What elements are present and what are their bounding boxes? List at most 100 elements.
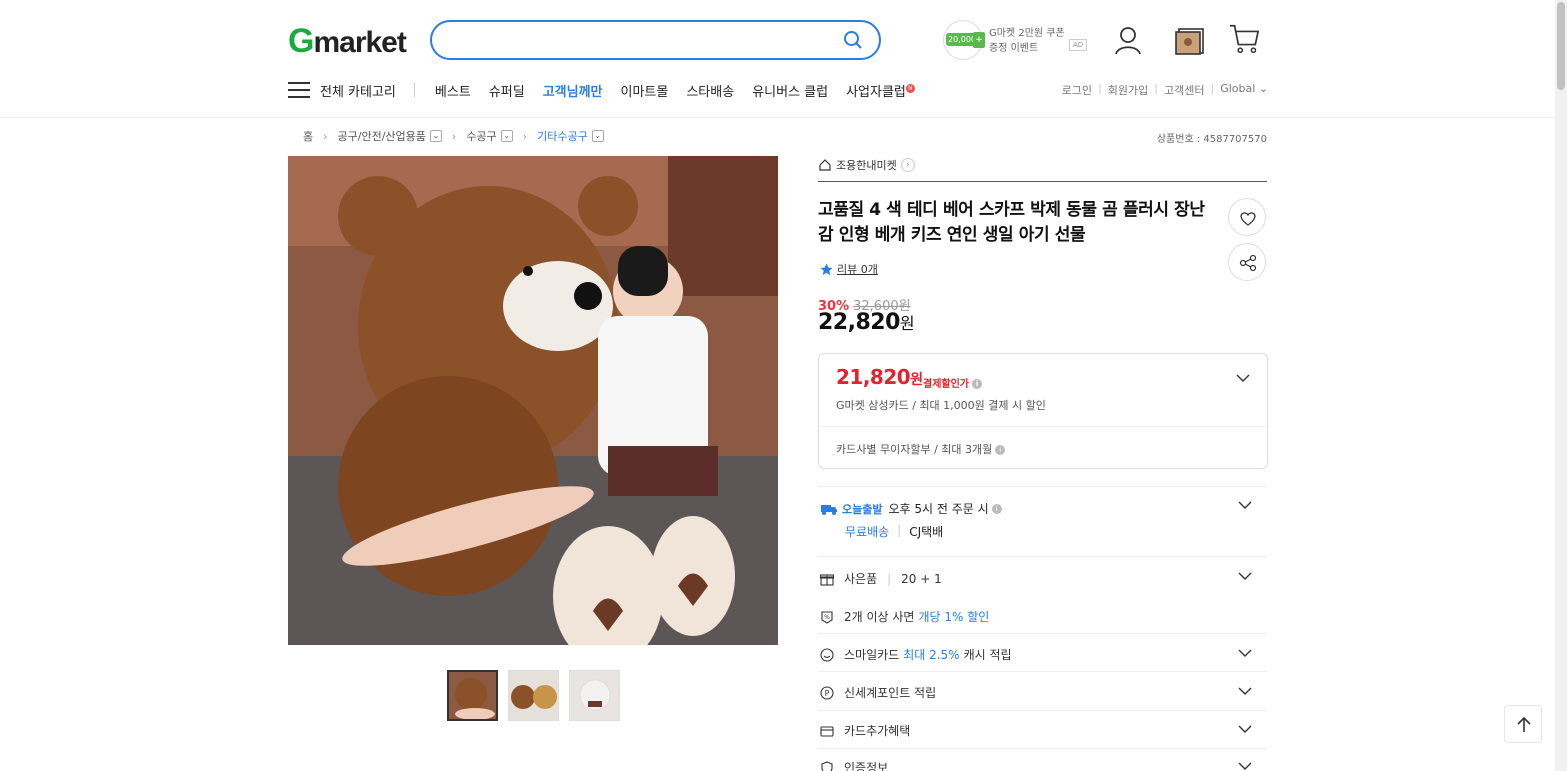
user-icon[interactable] — [1112, 24, 1144, 56]
section-divider — [818, 633, 1267, 634]
svg-text:P: P — [825, 689, 830, 698]
card-price-label: 결제할인가 i — [923, 375, 982, 390]
nav-best[interactable]: 베스트 — [435, 81, 471, 100]
chevron-down-icon[interactable] — [1238, 687, 1252, 696]
info-icon[interactable]: i — [995, 445, 1006, 455]
section-divider — [818, 748, 1267, 749]
thumbnail[interactable] — [569, 670, 620, 721]
home-icon — [819, 159, 831, 171]
thumbnail[interactable] — [508, 670, 559, 721]
scroll-top-button[interactable] — [1504, 705, 1542, 743]
nav-divider — [413, 83, 415, 97]
title-divider — [818, 181, 1267, 182]
promo-line2: 증정 이벤트 — [989, 43, 1039, 54]
installment-info: 카드사별 무이자할부 / 최대 3개월 i — [836, 441, 1006, 457]
info-icon[interactable]: i — [991, 503, 1002, 514]
chevron-right-icon: › — [522, 129, 528, 143]
page-scrollbar[interactable] — [1555, 0, 1567, 771]
login-link[interactable]: 로그인 — [1062, 82, 1092, 98]
product-main-image[interactable] — [288, 156, 778, 645]
ship-cutoff: 오후 5시 전 주문 시 — [888, 502, 989, 516]
review-count: 리뷰 0개 — [837, 263, 878, 276]
seller-shop-link[interactable]: 조용한내미켓 › — [818, 157, 915, 173]
ad-badge: AD — [1069, 39, 1088, 51]
chevron-down-icon[interactable]: ⌄ — [429, 130, 442, 142]
product-thumbnails — [447, 670, 620, 721]
chevron-down-icon[interactable] — [1238, 762, 1252, 771]
card-extra-label: 카드추가혜택 — [844, 724, 911, 738]
product-number: 상품번호 : 4587707570 — [1156, 134, 1267, 145]
chevron-down-icon[interactable] — [1238, 725, 1252, 734]
global-label: Global — [1220, 82, 1256, 95]
shop-name: 조용한내미켓 — [836, 159, 897, 172]
search-icon[interactable] — [843, 30, 863, 50]
cart-icon[interactable] — [1228, 22, 1260, 54]
smile-icon — [820, 647, 834, 662]
today-ship-label: 오늘출발 — [842, 502, 883, 516]
main-nav: 전체 카테고리 베스트 슈퍼딜 고객님께만 이마트몰 스타배송 유니버스 클럽 … — [288, 79, 933, 101]
nav-for-you[interactable]: 고객님께만 — [543, 81, 603, 100]
gift-icon — [820, 573, 834, 586]
certification-row[interactable]: 인증정보 — [820, 759, 888, 771]
chevron-down-icon[interactable] — [1238, 572, 1252, 581]
product-title: 고품질 4 색 테디 베어 스카프 박제 동물 곰 플러시 장난감 인형 베개 … — [818, 200, 1205, 245]
breadcrumb-item[interactable]: 수공구 — [466, 128, 496, 144]
smilecard-rate: 최대 2.5% — [903, 648, 960, 662]
promo-line1: G마켓 2만원 쿠폰 — [989, 28, 1065, 39]
breadcrumb-home[interactable]: 홈 — [303, 128, 313, 144]
svg-text:%: % — [824, 614, 830, 621]
review-link[interactable]: 리뷰 0개 — [820, 261, 878, 277]
chevron-down-icon[interactable] — [1238, 649, 1252, 658]
installment-text: 카드사별 무이자할부 / 최대 3개월 — [836, 443, 993, 456]
coupon-promo-banner[interactable]: 20,000 + G마켓 2만원 쿠폰 증정 이벤트 AD — [943, 20, 1088, 60]
plus-icon: + — [973, 32, 985, 48]
recent-viewed-icon[interactable] — [1174, 24, 1206, 56]
global-dropdown[interactable]: Global ⌄ — [1220, 82, 1268, 98]
shield-icon — [821, 760, 833, 771]
menu-icon[interactable] — [288, 82, 310, 98]
card-extra-row[interactable]: 카드추가혜택 — [820, 722, 910, 739]
nav-emart-mall[interactable]: 이마트몰 — [621, 81, 669, 100]
heart-icon — [1240, 212, 1256, 226]
search-input[interactable] — [430, 20, 881, 60]
nav-universe-club[interactable]: 유니버스 클럽 — [752, 81, 828, 100]
card-discount-box[interactable]: 21,820원 결제할인가 i G마켓 삼성카드 / 최대 1,000원 결제 시… — [818, 353, 1268, 469]
breadcrumb-current[interactable]: 기타수공구 — [537, 128, 588, 144]
gift-row[interactable]: 사은품 | 20 + 1 — [820, 570, 942, 587]
all-categories-button[interactable]: 전체 카테고리 — [320, 81, 396, 100]
card-discount-desc: G마켓 삼성카드 / 최대 1,000원 결제 시 할인 — [836, 399, 1046, 412]
section-divider — [818, 486, 1267, 487]
breadcrumb-item[interactable]: 공구/안전/산업용품 — [338, 128, 426, 144]
scrollbar-thumb[interactable] — [1557, 2, 1565, 90]
section-divider — [818, 556, 1267, 557]
nav-star-delivery[interactable]: 스타배송 — [686, 81, 734, 100]
nav-business-club[interactable]: 사업자클럽 N — [846, 81, 915, 100]
smilecard-suffix: 캐시 적립 — [963, 648, 1012, 662]
chevron-down-icon[interactable]: ⌄ — [591, 130, 604, 142]
point-icon: P — [820, 685, 834, 700]
new-badge: N — [905, 83, 915, 93]
customer-center-link[interactable]: 고객센터 — [1164, 82, 1204, 98]
sale-price: 22,820원 — [818, 310, 915, 335]
certification-label: 인증정보 — [844, 761, 889, 771]
gmarket-logo[interactable]: Gmarket — [288, 22, 407, 61]
section-divider — [818, 671, 1267, 672]
info-icon[interactable]: i — [972, 379, 982, 389]
signup-link[interactable]: 회원가입 — [1108, 82, 1148, 98]
share-icon — [1239, 254, 1257, 272]
box-divider — [819, 426, 1267, 427]
thumbnail[interactable] — [447, 670, 498, 721]
chevron-down-icon[interactable]: ⌄ — [500, 130, 513, 142]
chevron-down-icon[interactable] — [1238, 501, 1252, 510]
multi-buy-row: % 2개 이상 사면 개당 1% 할인 — [820, 608, 993, 625]
point-label: 신세계포인트 적립 — [844, 686, 937, 700]
gift-value: 20 + 1 — [901, 571, 942, 586]
smilecard-row[interactable]: 스마일카드 최대 2.5% 캐시 적립 — [820, 646, 1012, 663]
nav-superdeal[interactable]: 슈퍼딜 — [489, 81, 525, 100]
point-row[interactable]: P 신세계포인트 적립 — [820, 684, 936, 701]
share-button[interactable] — [1228, 243, 1266, 281]
smilecard-label: 스마일카드 — [844, 648, 900, 662]
chevron-down-icon[interactable] — [1236, 374, 1250, 383]
section-divider — [818, 710, 1267, 711]
wishlist-button[interactable] — [1228, 198, 1266, 236]
